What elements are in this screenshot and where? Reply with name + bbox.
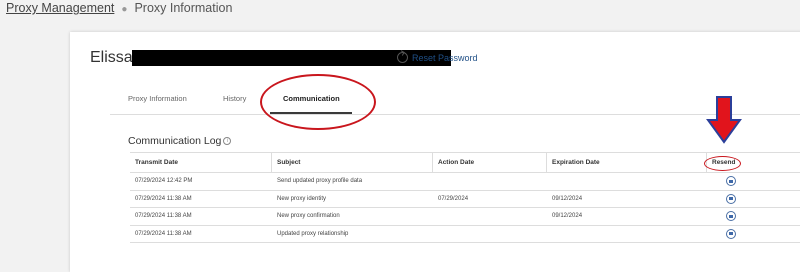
transmit-date-cell: 07/29/2024 11:38 AM — [135, 213, 192, 219]
column-divider — [546, 153, 547, 172]
resend-email-icon[interactable] — [726, 211, 736, 221]
breadcrumb-current: Proxy Information — [134, 1, 233, 15]
column-divider — [271, 153, 272, 172]
annotation-arrow-down-icon — [706, 96, 742, 144]
column-expiration-date[interactable]: Expiration Date — [552, 159, 600, 166]
tab-history[interactable]: History — [223, 94, 246, 103]
info-icon[interactable]: i — [223, 137, 232, 146]
subject-cell: Updated proxy relationship — [277, 230, 349, 237]
tab-bar: Proxy Information History Communication — [110, 90, 800, 115]
reset-password-link[interactable]: Reset Password — [397, 52, 478, 63]
column-subject[interactable]: Subject — [277, 159, 300, 166]
table-row: 07/29/2024 11:38 AM New proxy confirmati… — [130, 208, 800, 226]
table-row: 07/29/2024 11:38 AM New proxy identity 0… — [130, 191, 800, 208]
tab-proxy-information[interactable]: Proxy Information — [128, 94, 187, 103]
column-action-date[interactable]: Action Date — [438, 159, 474, 166]
breadcrumb-separator: ● — [121, 4, 128, 15]
table-row: 07/29/2024 12:42 PM Send updated proxy p… — [130, 173, 800, 191]
communication-log-title: Communication Log i — [128, 135, 232, 147]
column-transmit-date[interactable]: Transmit Date — [135, 159, 178, 166]
proxy-name: Elissa — [90, 49, 133, 66]
action-date-cell: 07/29/2024 — [438, 195, 469, 202]
transmit-date-cell: 07/29/2024 11:38 AM — [135, 195, 192, 202]
reset-password-label: Reset Password — [412, 52, 478, 63]
subject-cell: New proxy identity — [277, 195, 327, 202]
expiration-date-cell: 09/12/2024 — [552, 195, 583, 202]
transmit-date-cell: 07/29/2024 12:42 PM — [135, 178, 193, 184]
communication-log-label: Communication Log — [128, 135, 222, 147]
breadcrumb: Proxy Management ● Proxy Information — [6, 1, 232, 15]
table-row: 07/29/2024 11:38 AM Updated proxy relati… — [130, 226, 800, 243]
column-divider — [432, 153, 433, 172]
communication-log-table: Transmit Date Subject Action Date Expira… — [130, 152, 800, 243]
transmit-date-cell: 07/29/2024 11:38 AM — [135, 230, 192, 237]
proxy-card: Elissa Reset Password Proxy Information … — [70, 32, 800, 272]
resend-email-icon[interactable] — [726, 228, 736, 239]
refresh-icon — [397, 52, 408, 63]
subject-cell: Send updated proxy profile data — [277, 178, 363, 184]
resend-email-icon[interactable] — [726, 176, 736, 186]
breadcrumb-proxy-management-link[interactable]: Proxy Management — [6, 1, 114, 15]
table-header-row: Transmit Date Subject Action Date Expira… — [130, 152, 800, 173]
annotation-circle-communication-tab — [260, 74, 376, 130]
resend-email-icon[interactable] — [726, 193, 736, 204]
subject-cell: New proxy confirmation — [277, 213, 340, 219]
annotation-oval-resend — [704, 156, 741, 171]
expiration-date-cell: 09/12/2024 — [552, 213, 583, 219]
